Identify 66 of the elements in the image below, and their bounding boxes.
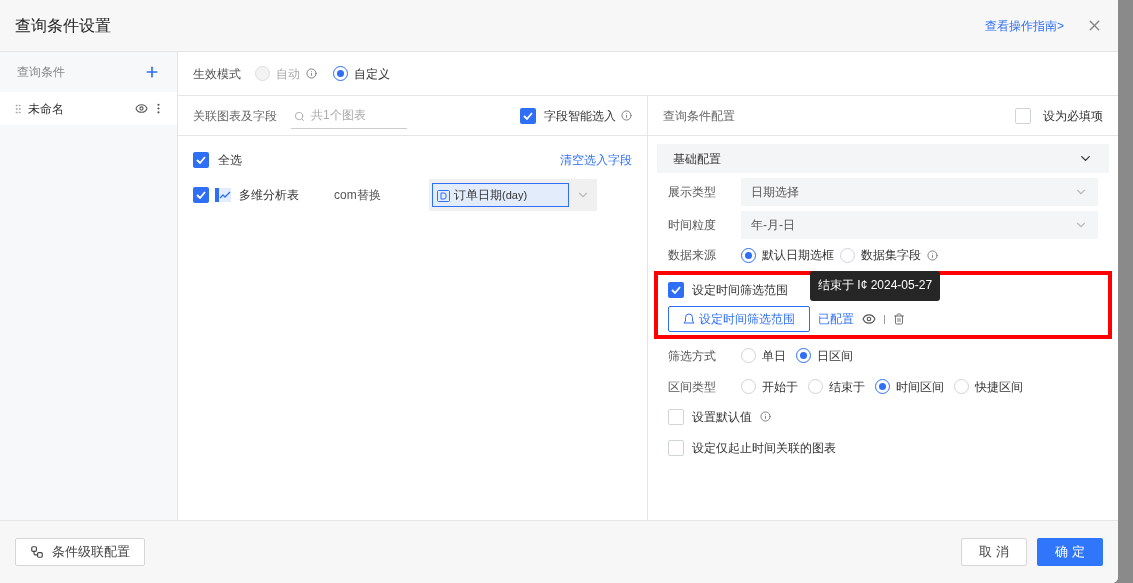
checkbox-label: 设定时间筛选范围 xyxy=(692,282,788,299)
clear-link[interactable]: 清空选入字段 xyxy=(560,151,632,169)
range-button[interactable]: 设定时间筛选范围 xyxy=(668,306,810,332)
add-icon[interactable] xyxy=(144,64,160,80)
radio-label: 开始于 xyxy=(762,378,798,396)
chart-icon xyxy=(215,188,231,202)
checkbox[interactable] xyxy=(193,152,209,168)
field-label: 筛选方式 xyxy=(668,347,717,365)
checkbox-label: 设置默认值 xyxy=(692,408,752,426)
dialog-title: 查询条件设置 xyxy=(15,15,111,36)
ok-button[interactable]: 确 定 xyxy=(1037,538,1103,566)
checkbox-label: 设为必填项 xyxy=(1043,107,1103,125)
radio-label: 快捷区间 xyxy=(975,378,1023,396)
checkbox-label: 全选 xyxy=(218,152,243,169)
checkbox[interactable] xyxy=(193,187,209,203)
select-field[interactable]: 日期选择 xyxy=(741,178,1098,206)
bell-icon xyxy=(683,313,695,325)
radio-label: 默认日期选框 xyxy=(762,247,834,264)
select-field[interactable]: 年-月-日 xyxy=(741,211,1098,239)
section-label: 查询条件配置 xyxy=(663,107,736,125)
item-label: 未命名 xyxy=(28,100,65,118)
radio-label: 数据集字段 xyxy=(861,247,921,264)
checkbox[interactable] xyxy=(520,107,536,124)
field-name: 订单日期(day) xyxy=(454,187,528,204)
cascade-button[interactable]: 条件级联配置 xyxy=(15,538,145,566)
sidebar-item[interactable]: 未命名 xyxy=(0,92,177,125)
mode-label: 生效模式 xyxy=(193,65,241,83)
date-icon xyxy=(437,188,450,202)
cancel-button[interactable]: 取 消 xyxy=(961,538,1027,566)
dataset-name: com替换 xyxy=(334,187,382,204)
search-icon xyxy=(294,110,305,122)
eye-icon[interactable] xyxy=(862,312,876,326)
sidebar-title: 查询条件 xyxy=(17,64,65,81)
checkbox-label: 设定仅起止时间关联的图表 xyxy=(692,439,836,457)
radio-label: 单日 xyxy=(762,347,786,365)
check-icon xyxy=(196,156,206,164)
field-label: 展示类型 xyxy=(668,184,717,201)
checkbox[interactable] xyxy=(668,408,684,425)
radio-label: 自动 xyxy=(276,65,300,83)
eye-icon[interactable] xyxy=(135,102,148,115)
chart-name: 多维分析表 xyxy=(239,187,300,204)
field-tag[interactable]: 订单日期(day) xyxy=(432,183,569,207)
radio-label: 日区间 xyxy=(817,347,853,365)
guide-link[interactable]: 查看操作指南> xyxy=(985,16,1064,35)
info-icon xyxy=(621,110,632,121)
section-label: 关联图表及字段 xyxy=(193,107,277,125)
radio-label: 自定义 xyxy=(354,65,390,83)
cascade-icon xyxy=(30,545,44,559)
drag-handle-icon[interactable] xyxy=(12,102,24,115)
radio-label: 结束于 xyxy=(829,378,865,396)
field-label: 区间类型 xyxy=(668,378,717,396)
search-field[interactable]: 共1个图表 xyxy=(291,102,407,129)
field-label: 数据来源 xyxy=(668,247,717,264)
status-text: 已配置 xyxy=(818,311,854,328)
delete-icon[interactable] xyxy=(893,313,905,325)
checkbox[interactable] xyxy=(1015,107,1031,124)
check-icon xyxy=(671,286,681,294)
section-header[interactable]: 基础配置 xyxy=(657,144,1109,173)
checkbox[interactable] xyxy=(668,282,684,298)
field-label: 时间粒度 xyxy=(668,217,717,234)
radio-label: 时间区间 xyxy=(896,378,944,396)
checkbox[interactable] xyxy=(668,439,684,456)
tooltip: 结束于 I¢ 2024-05-27 xyxy=(810,271,941,301)
check-icon xyxy=(523,111,533,120)
checkbox-label: 字段智能选入 xyxy=(544,107,616,125)
check-icon xyxy=(196,191,206,199)
